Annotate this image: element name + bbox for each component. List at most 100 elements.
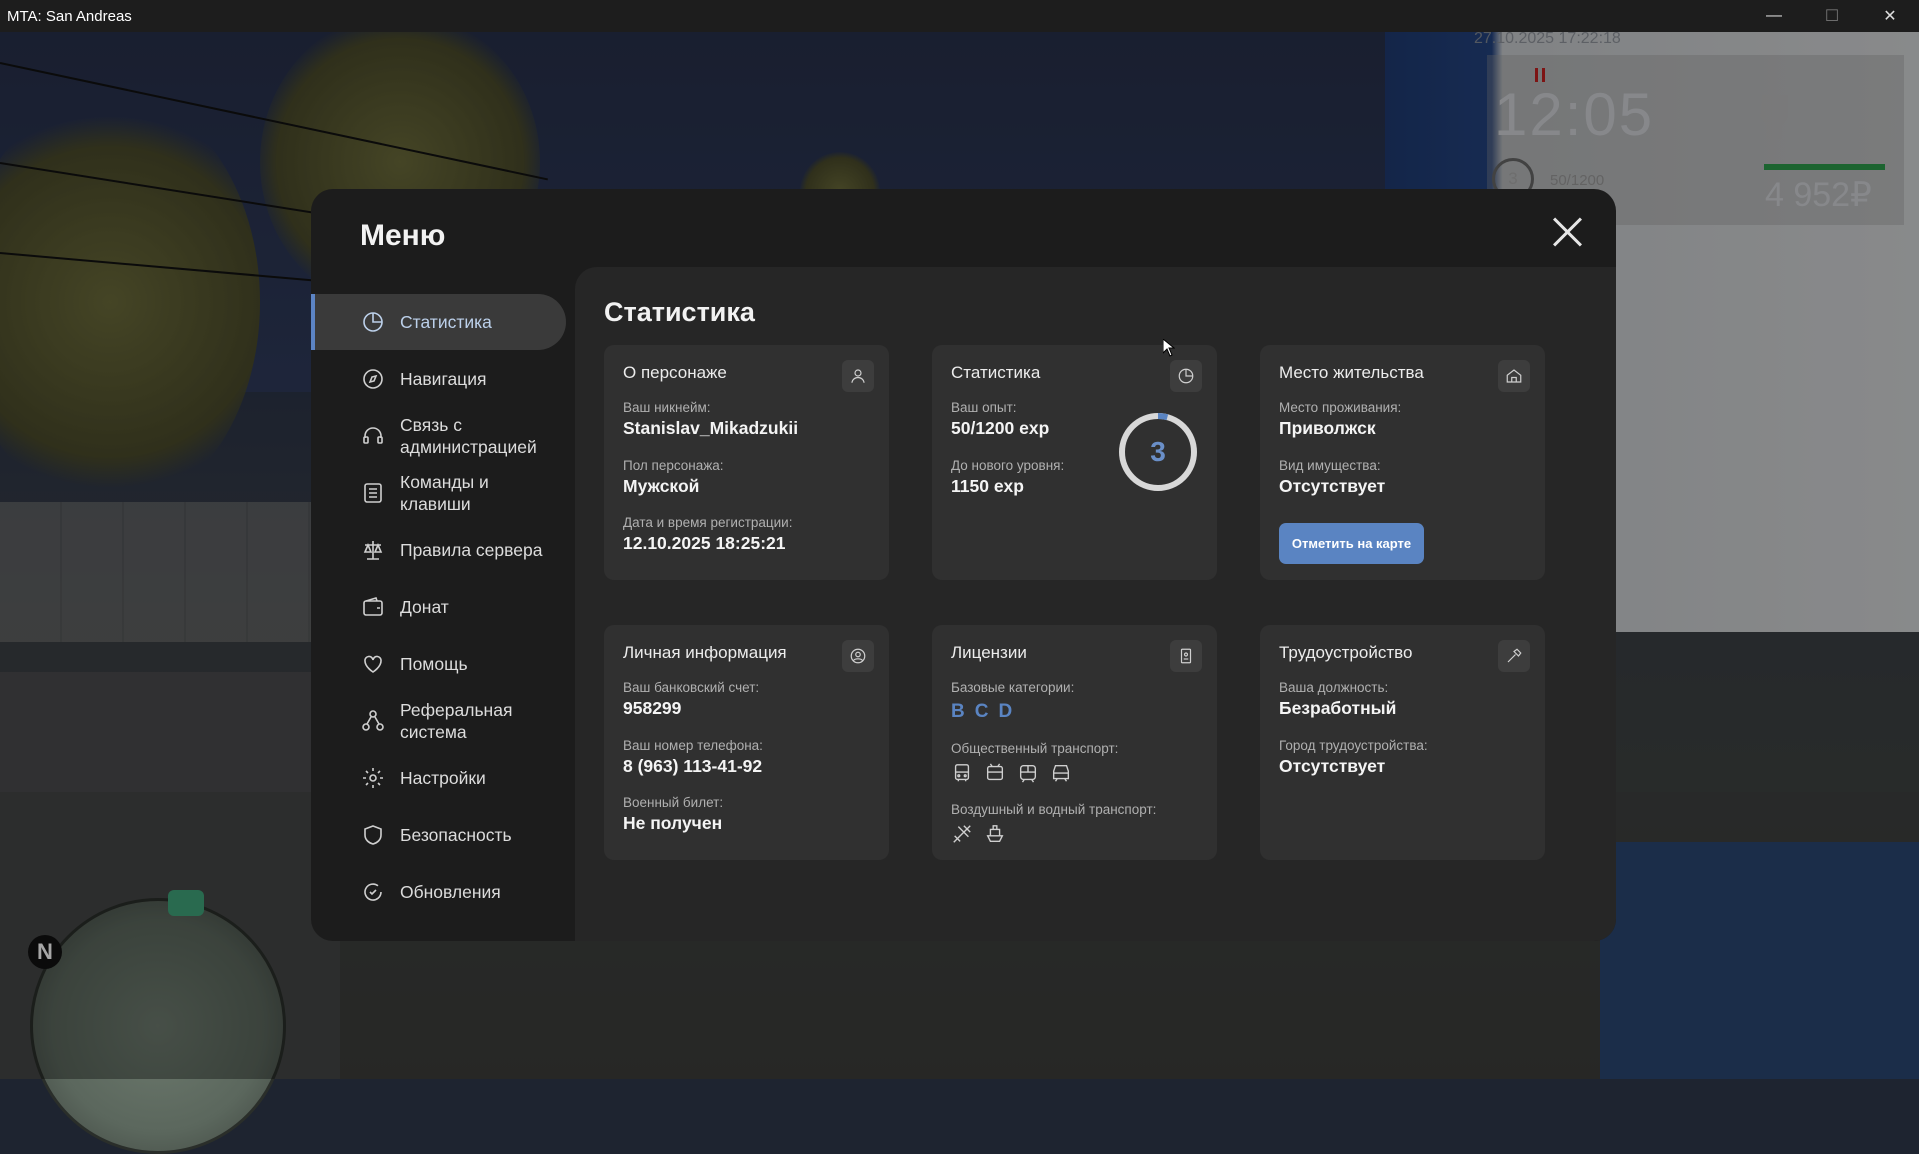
menu-title: Меню: [360, 219, 446, 252]
scales-icon: [360, 537, 386, 563]
sidebar-item-label: Обновления: [400, 881, 501, 902]
sidebar-item-updates[interactable]: Обновления: [311, 863, 566, 920]
property-value: Отсутствует: [1279, 476, 1386, 496]
bus-icon: [954, 764, 970, 782]
sidebar-item-label: Донат: [400, 596, 449, 617]
employment-card: Трудоустройство Ваша должность: Безработ…: [1260, 625, 1545, 860]
boat-icon: [986, 825, 1004, 843]
sidebar-item-admin-contact[interactable]: Связь с администрацией: [311, 407, 566, 464]
public-transport-label: Общественный транспорт:: [951, 741, 1119, 756]
sidebar-item-label: Настройки: [400, 767, 486, 788]
airplane-icon: [953, 825, 971, 843]
mouse-cursor-icon: [1163, 339, 1175, 357]
nickname-value: Stanislav_Mikadzukii: [623, 418, 799, 438]
regdate-label: Дата и время регистрации:: [623, 515, 793, 530]
minimize-button[interactable]: —: [1745, 0, 1803, 32]
public-transport-icons: [951, 762, 1072, 784]
sidebar-item-help[interactable]: Помощь: [311, 635, 566, 692]
user-icon[interactable]: [842, 360, 874, 392]
sidebar-item-label: Помощь: [400, 653, 468, 674]
character-card: О персонаже Ваш никнейм: Stanislav_Mikad…: [604, 345, 889, 580]
maximize-button[interactable]: ☐: [1803, 0, 1861, 32]
air-water-label: Воздушный и водный транспорт:: [951, 802, 1157, 817]
basic-categories-label: Базовые категории:: [951, 680, 1075, 695]
shield-icon: [360, 822, 386, 848]
menu-sidebar: Статистика Навигация Связь с администрац…: [311, 294, 566, 920]
sidebar-item-label: Статистика: [400, 312, 492, 332]
content-title: Статистика: [604, 297, 755, 327]
compass-icon: [360, 366, 386, 392]
heart-hands-icon: [360, 651, 386, 677]
hammer-icon[interactable]: [1498, 640, 1530, 672]
military-value: Не получен: [623, 813, 723, 833]
personal-card: Личная информация Ваш банковский счет: 9…: [604, 625, 889, 860]
sidebar-item-commands[interactable]: Команды и клавиши: [311, 464, 566, 521]
close-menu-button[interactable]: [1550, 215, 1584, 249]
sidebar-item-statistics[interactable]: Статистика: [311, 294, 566, 350]
sidebar-item-label: Команды и клавиши: [400, 471, 489, 514]
sidebar-item-referral[interactable]: Реферальная система: [311, 692, 566, 749]
level-number: 3: [1150, 436, 1166, 467]
stats-card: Статистика Ваш опыт: 50/1200 exp До ново…: [932, 345, 1217, 580]
card-title: Место жительства: [1279, 363, 1424, 382]
train-icon: [1052, 764, 1070, 782]
position-label: Ваша должность:: [1279, 680, 1389, 695]
id-card-icon[interactable]: [1170, 640, 1202, 672]
list-icon: [360, 480, 386, 506]
city-value: Отсутствует: [1279, 756, 1386, 776]
bank-label: Ваш банковский счет:: [623, 680, 760, 695]
residence-card: Место жительства Место проживания: Приво…: [1260, 345, 1545, 580]
property-label: Вид имущества:: [1279, 458, 1381, 473]
trolleybus-icon: [986, 763, 1004, 781]
content-panel: Статистика О персонаже Ваш никнейм: Stan…: [575, 267, 1616, 941]
place-value: Приволжск: [1279, 418, 1376, 438]
sidebar-item-security[interactable]: Безопасность: [311, 806, 566, 863]
tram-icon: [1019, 764, 1037, 783]
sidebar-item-label: Реферальная система: [400, 699, 513, 742]
exp-label: Ваш опыт:: [951, 400, 1017, 415]
close-window-button[interactable]: ✕: [1861, 0, 1919, 32]
license-category: D: [998, 701, 1013, 722]
military-label: Военный билет:: [623, 795, 724, 810]
menu-modal: Меню Статистика Навигация Связь с админи…: [311, 189, 1616, 941]
next-level-value: 1150 exp: [951, 476, 1024, 496]
air-water-icons: [951, 823, 1006, 845]
gear-icon: [360, 765, 386, 791]
refresh-check-icon: [360, 879, 386, 905]
card-title: Трудоустройство: [1279, 643, 1413, 662]
home-icon[interactable]: [1498, 360, 1530, 392]
place-label: Место проживания:: [1279, 400, 1402, 415]
bank-value: 958299: [623, 698, 682, 718]
wallet-icon: [360, 594, 386, 620]
sidebar-item-label: Правила сервера: [400, 539, 543, 560]
license-categories: B C D: [951, 701, 1012, 723]
user-circle-icon[interactable]: [842, 640, 874, 672]
sidebar-item-navigation[interactable]: Навигация: [311, 350, 566, 407]
card-title: Личная информация: [623, 643, 787, 662]
headset-icon: [360, 423, 386, 449]
sidebar-item-label: Безопасность: [400, 824, 512, 845]
gender-value: Мужской: [623, 476, 700, 496]
license-category: C: [974, 701, 989, 722]
gender-label: Пол персонажа:: [623, 458, 724, 473]
sidebar-item-label: Навигация: [400, 368, 487, 389]
card-title: Лицензии: [951, 643, 1027, 662]
licenses-card: Лицензии Базовые категории: B C D Общест…: [932, 625, 1217, 860]
phone-label: Ваш номер телефона:: [623, 738, 763, 753]
phone-value: 8 (963) 113-41-92: [623, 756, 763, 776]
window-titlebar: MTA: San Andreas — ☐ ✕: [0, 0, 1919, 32]
sidebar-item-rules[interactable]: Правила сервера: [311, 521, 566, 578]
mark-on-map-button[interactable]: Отметить на карте: [1279, 523, 1424, 564]
network-icon: [360, 708, 386, 734]
license-category: B: [951, 701, 965, 722]
city-label: Город трудоустройства:: [1279, 738, 1428, 753]
nickname-label: Ваш никнейм:: [623, 400, 711, 415]
chart-icon: [360, 309, 386, 335]
sidebar-item-donate[interactable]: Донат: [311, 578, 566, 635]
next-level-label: До нового уровня:: [951, 458, 1065, 473]
sidebar-item-settings[interactable]: Настройки: [311, 749, 566, 806]
card-title: Статистика: [951, 363, 1041, 382]
regdate-value: 12.10.2025 18:25:21: [623, 533, 786, 553]
chart-icon[interactable]: [1170, 360, 1202, 392]
position-value: Безработный: [1279, 698, 1397, 718]
